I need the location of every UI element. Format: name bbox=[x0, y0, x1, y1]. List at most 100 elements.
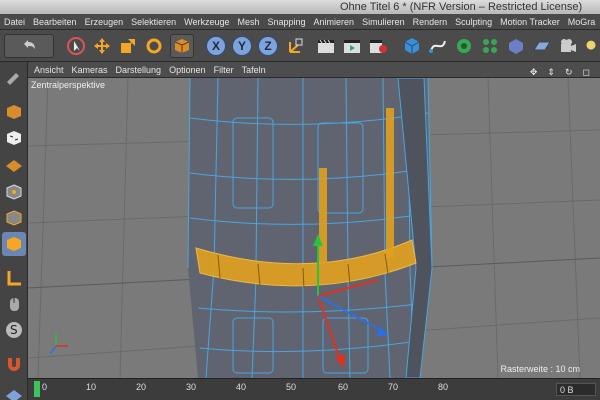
cube-primitive-button[interactable] bbox=[400, 34, 424, 58]
light-icon bbox=[586, 40, 596, 50]
svg-text:S: S bbox=[10, 323, 18, 337]
menu-item-snapping[interactable]: Snapping bbox=[264, 14, 310, 29]
points-mode-button[interactable] bbox=[2, 180, 26, 204]
workplane-mode-button[interactable] bbox=[2, 152, 26, 176]
scale-tool-button[interactable] bbox=[116, 34, 140, 58]
timeline-tick: 60 bbox=[338, 382, 349, 392]
axis-mode-button[interactable] bbox=[2, 266, 26, 290]
solo-mode-button[interactable]: S bbox=[2, 318, 26, 342]
deformer-button[interactable] bbox=[504, 34, 528, 58]
cloner-icon bbox=[483, 39, 497, 53]
menu-item-sculpting[interactable]: Sculpting bbox=[451, 14, 496, 29]
grid-spacing-label: Rasterweite : 10 cm bbox=[500, 364, 580, 374]
live-selection-icon bbox=[67, 37, 85, 55]
mesh-cylinder[interactable] bbox=[188, 78, 432, 378]
menu-item-animieren[interactable]: Animieren bbox=[310, 14, 359, 29]
spline-icon bbox=[429, 40, 446, 53]
recent-tool-button[interactable] bbox=[170, 34, 194, 58]
timeline-playhead[interactable] bbox=[34, 381, 40, 397]
timeline-tick: 30 bbox=[186, 382, 197, 392]
cube-icon bbox=[404, 38, 420, 54]
floor-button[interactable] bbox=[530, 34, 554, 58]
vp-menu-ansicht[interactable]: Ansicht bbox=[30, 62, 68, 78]
window-titlebar: Ohne Titel 6 * (NFR Version – Restricted… bbox=[0, 0, 600, 14]
viewport-menu: Ansicht Kameras Darstellung Optionen Filter T… bbox=[28, 62, 600, 78]
camera-icon bbox=[561, 39, 576, 52]
menu-item-werkzeuge[interactable]: Werkzeuge bbox=[180, 14, 233, 29]
workplane-icon bbox=[6, 160, 22, 172]
viewport-camera-label: Zentralperspektive bbox=[31, 80, 106, 90]
selected-strip-left[interactable] bbox=[319, 168, 327, 263]
axis-z-button[interactable]: Z bbox=[258, 36, 278, 56]
light-button[interactable] bbox=[582, 34, 600, 58]
world-axis-indicator bbox=[49, 334, 68, 355]
axis-mode-icon bbox=[7, 271, 21, 286]
move-icon bbox=[94, 38, 110, 54]
menu-item-motion-tracker[interactable]: Motion Tracker bbox=[496, 14, 564, 29]
menu-bar: Datei Bearbeiten Erzeugen Selektieren Werkze… bbox=[0, 14, 600, 30]
grid-snap-icon bbox=[6, 390, 22, 400]
move-tool-button[interactable] bbox=[90, 34, 114, 58]
rotate-tool-button[interactable] bbox=[142, 34, 166, 58]
timeline-tick: 80 bbox=[438, 382, 449, 392]
menu-item-datei[interactable]: Datei bbox=[0, 14, 29, 29]
texture-mode-button[interactable] bbox=[2, 126, 26, 150]
vp-menu-filter[interactable]: Filter bbox=[210, 62, 238, 78]
timeline-tick: 0 bbox=[42, 382, 48, 392]
timeline[interactable]: 0 10 20 30 40 50 60 70 80 0 B bbox=[28, 378, 600, 400]
model-mode-button[interactable] bbox=[2, 100, 26, 124]
model-mode-icon bbox=[7, 105, 21, 119]
vp-menu-tafeln[interactable]: Tafeln bbox=[238, 62, 270, 78]
spline-pen-button[interactable] bbox=[426, 34, 450, 58]
snap-button[interactable] bbox=[2, 352, 26, 376]
window-controls[interactable] bbox=[0, 0, 40, 14]
points-mode-icon bbox=[6, 184, 22, 200]
menu-item-mograph[interactable]: MoGra bbox=[564, 14, 600, 29]
clapper-gear-icon bbox=[370, 40, 387, 53]
cloner-button[interactable] bbox=[478, 34, 502, 58]
edges-mode-button[interactable] bbox=[2, 206, 26, 230]
live-selection-button[interactable] bbox=[64, 34, 88, 58]
render-settings-button[interactable] bbox=[366, 34, 390, 58]
polygons-mode-button[interactable] bbox=[2, 232, 26, 256]
rotate-icon bbox=[146, 38, 162, 54]
render-picture-viewer-button[interactable] bbox=[340, 34, 364, 58]
deformer-icon bbox=[509, 39, 523, 54]
selected-strip-right[interactable] bbox=[386, 108, 394, 258]
viewport-scene[interactable] bbox=[28, 78, 600, 378]
mouse-icon bbox=[10, 298, 19, 311]
menu-item-rendern[interactable]: Rendern bbox=[409, 14, 452, 29]
timeline-tick: 20 bbox=[136, 382, 147, 392]
undo-icon bbox=[24, 40, 35, 49]
timeline-tick: 70 bbox=[388, 382, 399, 392]
axis-y-button[interactable]: Y bbox=[232, 36, 252, 56]
floor-icon bbox=[533, 41, 551, 51]
menu-item-bearbeiten[interactable]: Bearbeiten bbox=[29, 14, 81, 29]
vp-menu-darstellung[interactable]: Darstellung bbox=[112, 62, 166, 78]
texture-mode-icon bbox=[7, 131, 21, 145]
viewport[interactable]: Zentralperspektive Rasterweite : 10 cm bbox=[28, 78, 600, 378]
timeline-tick: 40 bbox=[236, 382, 247, 392]
menu-item-selektieren[interactable]: Selektieren bbox=[127, 14, 180, 29]
undo-button[interactable] bbox=[4, 34, 54, 58]
main-toolbar: X Y Z bbox=[0, 30, 600, 62]
menu-item-mesh[interactable]: Mesh bbox=[233, 14, 263, 29]
edges-mode-icon bbox=[6, 210, 22, 226]
solo-icon: S bbox=[6, 322, 22, 338]
tweak-mode-button[interactable] bbox=[2, 292, 26, 316]
workplane-snap-button[interactable] bbox=[2, 380, 26, 400]
camera-button[interactable] bbox=[556, 34, 580, 58]
current-frame-field[interactable]: 0 B bbox=[556, 383, 596, 396]
make-editable-button[interactable] bbox=[2, 66, 26, 90]
polygons-mode-icon bbox=[7, 237, 21, 251]
clapper-play-icon bbox=[344, 40, 360, 53]
subdivision-surface-button[interactable] bbox=[452, 34, 476, 58]
vp-menu-kameras[interactable]: Kameras bbox=[68, 62, 112, 78]
axis-x-button[interactable]: X bbox=[206, 36, 226, 56]
menu-item-erzeugen[interactable]: Erzeugen bbox=[81, 14, 128, 29]
menu-item-simulieren[interactable]: Simulieren bbox=[358, 14, 409, 29]
render-view-button[interactable] bbox=[314, 34, 338, 58]
clapper-icon bbox=[318, 39, 334, 53]
vp-menu-optionen[interactable]: Optionen bbox=[165, 62, 210, 78]
coordinate-system-button[interactable] bbox=[284, 34, 308, 58]
